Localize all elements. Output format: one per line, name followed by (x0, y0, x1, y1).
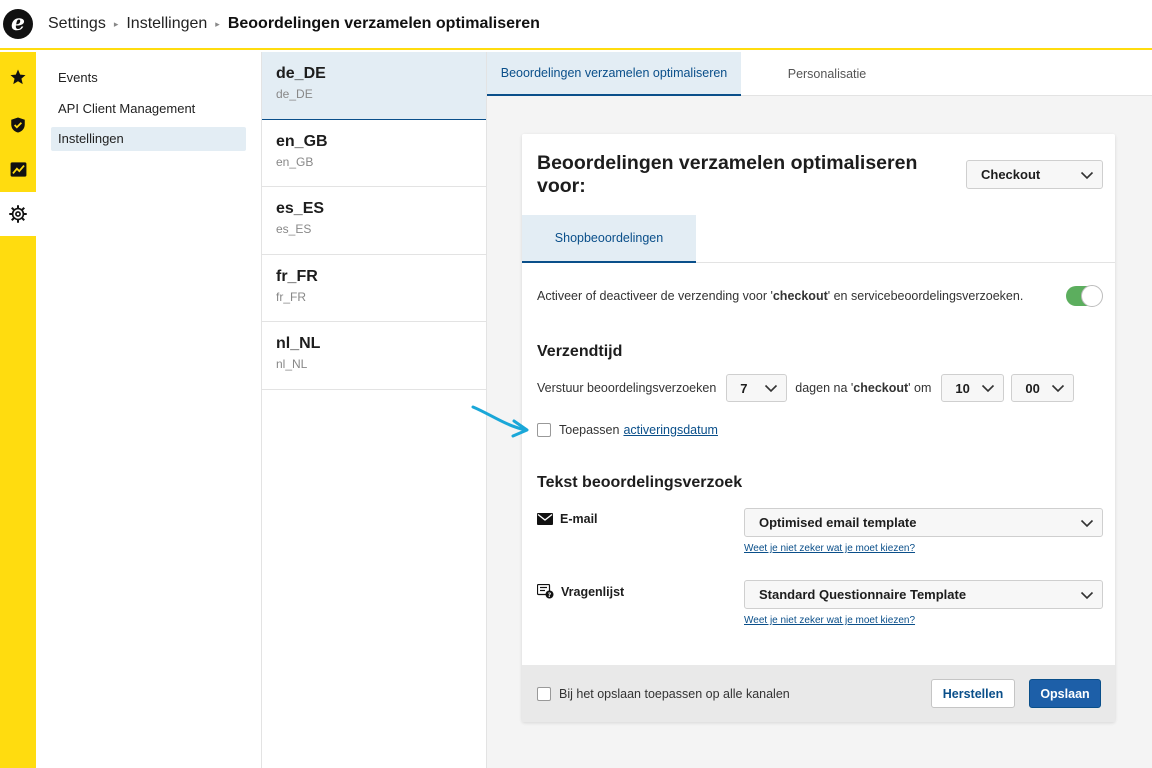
locale-item-fr-fr[interactable]: fr_FR fr_FR (262, 255, 486, 323)
envelope-icon (537, 513, 553, 525)
rail-settings[interactable] (0, 192, 36, 236)
gear-icon (9, 205, 27, 223)
send-time-heading: Verzendtijd (537, 343, 623, 360)
settings-nav: Events API Client Management Instellinge… (36, 52, 262, 768)
page-title: Beoordelingen verzamelen optimaliseren (227, 15, 540, 32)
tab-shop-reviews[interactable]: Shopbeoordelingen (522, 215, 696, 263)
settings-card: Beoordelingen verzamelen optimaliseren v… (522, 134, 1115, 722)
locale-code: nl_NL (276, 335, 321, 353)
reset-button[interactable]: Herstellen (931, 679, 1015, 708)
apply-activation-label: Toepassen (559, 423, 620, 437)
logo-letter: e (11, 10, 25, 36)
hour-select-value: 10 (955, 380, 970, 396)
email-template-value: Optimised email template (759, 515, 917, 530)
send-time-label: Verstuur beoordelingsverzoeken (537, 381, 717, 395)
send-time-row: Verstuur beoordelingsverzoeken 7 dagen n… (537, 374, 1075, 402)
rail-trustmark[interactable] (0, 102, 36, 147)
minute-select-value: 00 (1025, 380, 1040, 396)
days-select[interactable]: 7 (726, 374, 788, 402)
locale-subtitle: nl_NL (276, 357, 308, 372)
locale-subtitle: es_ES (276, 222, 312, 237)
annotation-arrow-icon (471, 405, 529, 438)
svg-text:?: ? (548, 592, 552, 599)
save-button[interactable]: Opslaan (1029, 679, 1101, 708)
questionnaire-label-row: ? Vragenlijst (537, 584, 624, 599)
nav-item-events[interactable]: Events (51, 66, 246, 90)
top-tabs: Beoordelingen verzamelen optimaliseren P… (487, 52, 1152, 96)
apply-activation-row: Toepassen activeringsdatum (537, 423, 718, 437)
questionnaire-label: Vragenlijst (561, 584, 625, 599)
nav-item-api-client-management[interactable]: API Client Management (51, 97, 246, 121)
chevron-down-icon (1052, 384, 1065, 393)
star-icon (10, 69, 26, 85)
email-label: E-mail (560, 512, 598, 526)
breadcrumb: Settings ▸ Instellingen ▸ Beoordelingen … (48, 15, 540, 33)
request-text-heading: Tekst beoordelingsverzoek (537, 474, 743, 491)
card-title: Beoordelingen verzamelen optimaliseren v… (537, 151, 918, 197)
card-header: Beoordelingen verzamelen optimaliseren v… (522, 134, 1115, 215)
chevron-down-icon (1080, 591, 1094, 599)
toggle-knob (1081, 285, 1103, 307)
breadcrumb-separator-icon: ▸ (113, 18, 119, 29)
top-bar: e Settings ▸ Instellingen ▸ Beoordelinge… (0, 0, 1152, 50)
apply-all-channels-row: Bij het opslaan toepassen op alle kanale… (537, 686, 931, 701)
locale-subtitle: fr_FR (276, 289, 306, 304)
chevron-down-icon (1080, 171, 1094, 179)
email-help-link[interactable]: Weet je niet zeker wat je moet kiezen? (744, 543, 915, 554)
breadcrumb-instellingen[interactable]: Instellingen (126, 15, 207, 33)
locale-subtitle: en_GB (276, 154, 314, 169)
sub-tabs: Shopbeoordelingen (522, 215, 1115, 263)
enable-sending-label: Activeer of deactiveer de verzending voo… (537, 289, 1024, 303)
email-label-row: E-mail (537, 512, 598, 526)
locale-code: en_GB (276, 132, 328, 150)
locale-code: de_DE (276, 65, 326, 82)
locale-item-de-de[interactable]: de_DE de_DE (262, 52, 486, 120)
breadcrumb-settings[interactable]: Settings (48, 15, 106, 33)
apply-all-channels-label: Bij het opslaan toepassen op alle kanale… (559, 686, 790, 701)
enable-sending-toggle[interactable] (1066, 285, 1103, 307)
tab-optimise-collection[interactable]: Beoordelingen verzamelen optimaliseren (487, 52, 741, 96)
rail-reviews[interactable] (0, 52, 36, 102)
shield-check-icon (11, 117, 25, 132)
hour-select[interactable]: 10 (941, 374, 1005, 402)
channel-select[interactable]: Checkout (966, 160, 1103, 189)
rail-analytics[interactable] (0, 147, 36, 192)
nav-item-instellingen[interactable]: Instellingen (51, 127, 246, 151)
apply-all-channels-checkbox[interactable] (537, 686, 551, 701)
minute-select[interactable]: 00 (1011, 374, 1075, 402)
tab-personalisation[interactable]: Personalisatie (741, 52, 913, 96)
main-panel: Beoordelingen verzamelen optimaliseren P… (487, 52, 1152, 768)
questionnaire-help-link[interactable]: Weet je niet zeker wat je moet kiezen? (744, 615, 915, 626)
breadcrumb-separator-icon: ▸ (215, 18, 220, 29)
activation-date-link[interactable]: activeringsdatum (623, 423, 718, 437)
questionnaire-template-select[interactable]: Standard Questionnaire Template (744, 580, 1103, 609)
locale-code: es_ES (276, 200, 325, 218)
days-after-label: dagen na 'checkout' om (795, 381, 932, 395)
card-footer: Bij het opslaan toepassen op alle kanale… (522, 665, 1115, 722)
enable-sending-row: Activeer of deactiveer de verzending voo… (537, 285, 1103, 307)
chevron-down-icon (1080, 519, 1094, 527)
chevron-down-icon (765, 384, 778, 393)
days-select-value: 7 (740, 380, 748, 396)
locale-subtitle: de_DE (276, 87, 313, 101)
email-template-select[interactable]: Optimised email template (744, 508, 1103, 537)
questionnaire-template-value: Standard Questionnaire Template (759, 587, 967, 602)
questionnaire-icon: ? (537, 584, 554, 599)
locale-item-en-gb[interactable]: en_GB en_GB (262, 120, 486, 188)
locale-list: de_DE de_DE en_GB en_GB es_ES es_ES fr_F… (262, 52, 487, 768)
locale-item-nl-nl[interactable]: nl_NL nl_NL (262, 322, 486, 390)
locale-item-es-es[interactable]: es_ES es_ES (262, 187, 486, 255)
locale-code: fr_FR (276, 267, 318, 285)
chart-icon (10, 162, 26, 177)
chevron-down-icon (982, 384, 995, 393)
apply-activation-checkbox[interactable] (537, 423, 551, 437)
trusted-shops-logo[interactable]: e (3, 9, 33, 39)
channel-select-value: Checkout (981, 167, 1041, 182)
icon-rail (0, 52, 36, 768)
